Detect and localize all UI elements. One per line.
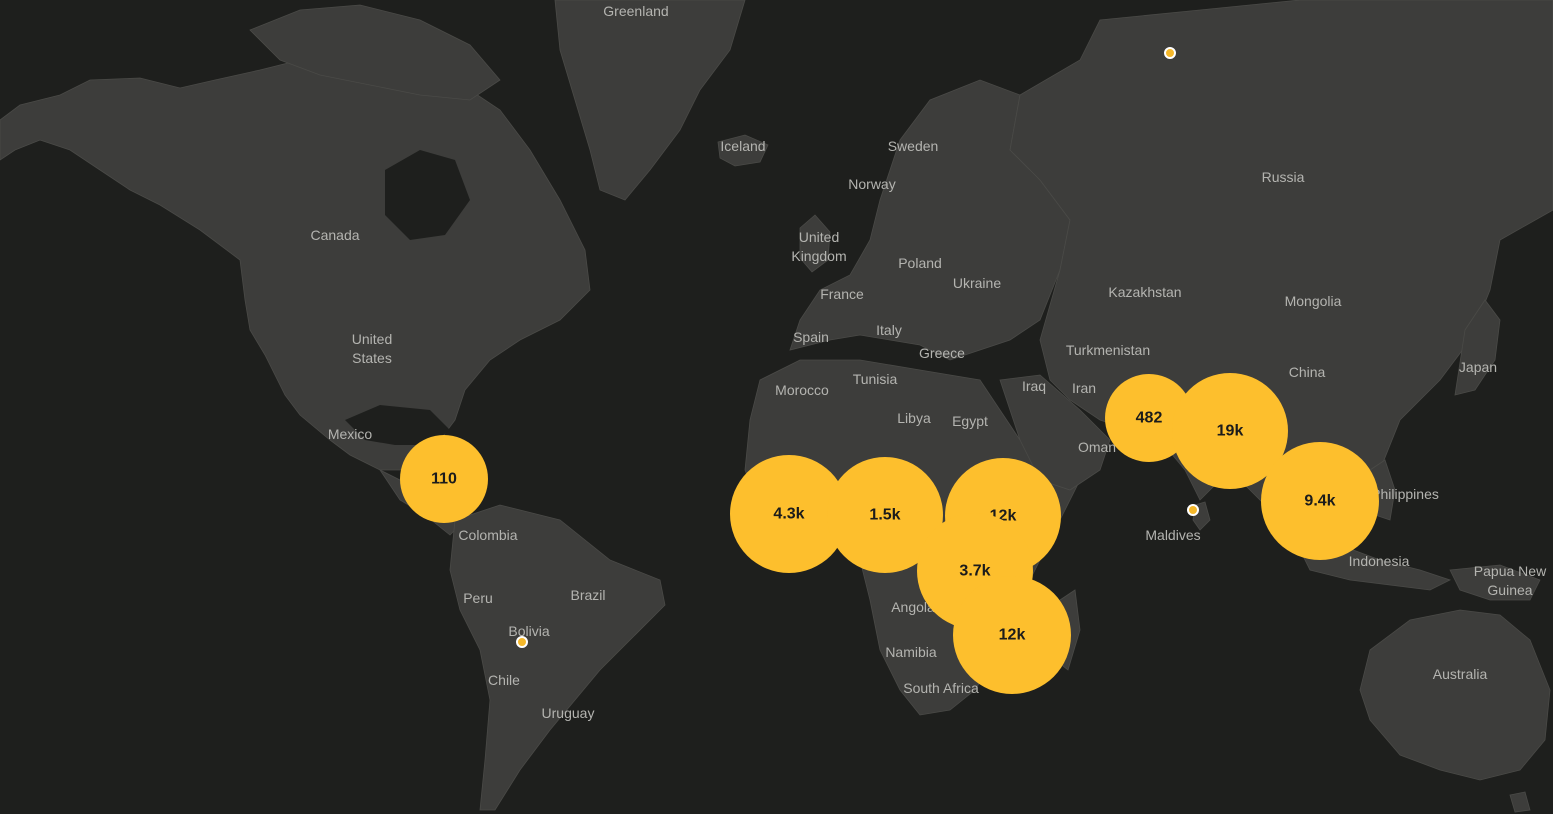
- country-label-line: Mongolia: [1285, 293, 1342, 309]
- country-label-line: Turkmenistan: [1066, 342, 1150, 358]
- country-label-italy: Italy: [876, 322, 902, 338]
- country-label-line: Uruguay: [542, 705, 595, 721]
- country-label-mexico: Mexico: [328, 426, 373, 442]
- country-label-greece: Greece: [919, 345, 965, 361]
- cluster-count: 110: [431, 471, 457, 488]
- country-label-brazil: Brazil: [570, 587, 605, 603]
- cluster-count: 12k: [999, 627, 1026, 644]
- country-label-bolivia: Bolivia: [508, 623, 549, 639]
- point-marker-bolivia[interactable]: [516, 636, 528, 648]
- country-label-line: Guinea: [1487, 582, 1532, 598]
- country-label-line: Greece: [919, 345, 965, 361]
- country-label-philippines: Philippines: [1371, 486, 1439, 502]
- country-label-peru: Peru: [463, 590, 493, 606]
- country-label-line: Chile: [488, 672, 520, 688]
- country-label-line: Maldives: [1145, 527, 1200, 543]
- cluster-marker-central-america[interactable]: 110: [400, 435, 488, 523]
- country-label-japan: Japan: [1459, 359, 1497, 375]
- country-label-line: Canada: [310, 227, 359, 243]
- country-label-egypt: Egypt: [952, 413, 988, 429]
- country-label-mongolia: Mongolia: [1285, 293, 1342, 309]
- country-label-line: Bolivia: [508, 623, 549, 639]
- country-label-greenland: Greenland: [603, 3, 668, 19]
- country-label-colombia: Colombia: [458, 527, 517, 543]
- country-label-line: Papua New: [1474, 563, 1547, 579]
- country-label-line: Japan: [1459, 359, 1497, 375]
- country-label-line: Mexico: [328, 426, 373, 442]
- country-label-morocco: Morocco: [775, 382, 829, 398]
- country-label-south-africa: South Africa: [903, 680, 979, 696]
- country-label-tunisia: Tunisia: [853, 371, 898, 387]
- country-label-line: Brazil: [570, 587, 605, 603]
- country-label-line: Oman: [1078, 439, 1116, 455]
- country-label-line: Philippines: [1371, 486, 1439, 502]
- country-label-line: Norway: [848, 176, 895, 192]
- country-label-line: Russia: [1262, 169, 1305, 185]
- country-label-poland: Poland: [898, 255, 942, 271]
- country-label-uruguay: Uruguay: [542, 705, 595, 721]
- point-marker-sri-lanka[interactable]: [1187, 504, 1199, 516]
- country-label-line: South Africa: [903, 680, 979, 696]
- country-label-line: Sweden: [888, 138, 939, 154]
- country-label-turkmenistan: Turkmenistan: [1066, 342, 1150, 358]
- country-label-china: China: [1289, 364, 1326, 380]
- country-label-oman: Oman: [1078, 439, 1116, 455]
- country-label-line: Libya: [897, 410, 931, 426]
- country-label-line: Ukraine: [953, 275, 1001, 291]
- cluster-count: 4.3k: [773, 506, 804, 523]
- country-label-line: Morocco: [775, 382, 829, 398]
- country-label-ukraine: Ukraine: [953, 275, 1001, 291]
- country-label-line: Egypt: [952, 413, 988, 429]
- cluster-marker-southeast-asia[interactable]: 9.4k: [1261, 442, 1379, 560]
- country-label-line: Greenland: [603, 3, 668, 19]
- country-label-line: France: [820, 286, 864, 302]
- cluster-count: 482: [1136, 410, 1163, 427]
- country-label-line: Iraq: [1022, 378, 1046, 394]
- country-label-line: Kingdom: [791, 248, 846, 264]
- country-label-sweden: Sweden: [888, 138, 939, 154]
- country-label-line: Iran: [1072, 380, 1096, 396]
- country-label-line: Australia: [1433, 666, 1488, 682]
- country-label-chile: Chile: [488, 672, 520, 688]
- cluster-count: 1.5k: [869, 507, 900, 524]
- country-label-kazakhstan: Kazakhstan: [1108, 284, 1181, 300]
- cluster-count: 9.4k: [1304, 493, 1335, 510]
- country-label-line: United: [799, 229, 839, 245]
- world-map[interactable]: Greenland Iceland Sweden Norway Russia Canada…: [0, 0, 1553, 814]
- country-label-iraq: Iraq: [1022, 378, 1046, 394]
- country-label-line: Iceland: [720, 138, 765, 154]
- country-label-line: China: [1289, 364, 1326, 380]
- country-label-line: Namibia: [885, 644, 937, 660]
- country-label-line: Poland: [898, 255, 942, 271]
- country-label-norway: Norway: [848, 176, 895, 192]
- point-marker-northwest-russia[interactable]: [1164, 47, 1176, 59]
- country-label-line: Italy: [876, 322, 902, 338]
- country-label-libya: Libya: [897, 410, 931, 426]
- country-label-line: Indonesia: [1349, 553, 1410, 569]
- country-label-line: Tunisia: [853, 371, 898, 387]
- cluster-marker-southeast-africa[interactable]: 12k: [953, 576, 1071, 694]
- country-label-maldives: Maldives: [1145, 527, 1200, 543]
- country-label-canada: Canada: [310, 227, 359, 243]
- country-label-line: States: [352, 350, 392, 366]
- country-label-line: United: [352, 331, 392, 347]
- country-label-russia: Russia: [1262, 169, 1305, 185]
- country-label-namibia: Namibia: [885, 644, 937, 660]
- country-label-france: France: [820, 286, 864, 302]
- country-label-line: Peru: [463, 590, 493, 606]
- country-label-australia: Australia: [1433, 666, 1488, 682]
- country-label-iceland: Iceland: [720, 138, 765, 154]
- cluster-count: 3.7k: [959, 563, 990, 580]
- country-label-line: Kazakhstan: [1108, 284, 1181, 300]
- country-label-line: Colombia: [458, 527, 517, 543]
- country-label-line: Spain: [793, 329, 829, 345]
- country-label-spain: Spain: [793, 329, 829, 345]
- cluster-count: 19k: [1217, 423, 1244, 440]
- country-label-indonesia: Indonesia: [1349, 553, 1410, 569]
- country-label-iran: Iran: [1072, 380, 1096, 396]
